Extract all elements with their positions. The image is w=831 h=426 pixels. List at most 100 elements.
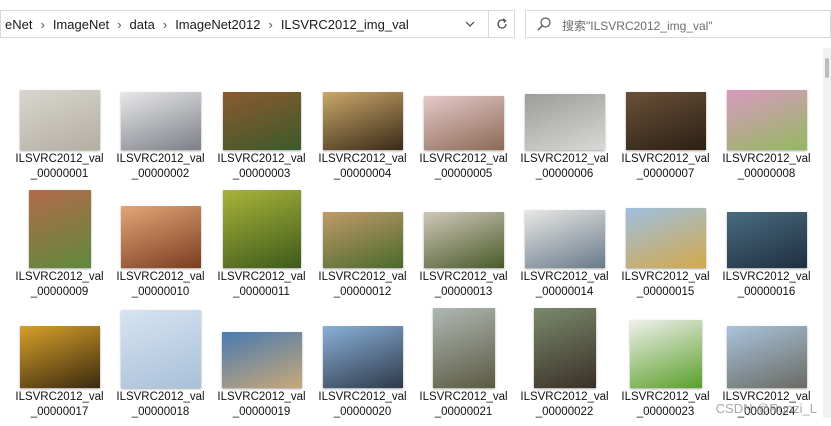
file-name-line-1: ILSVRC2012_val [621,271,710,283]
thumbnail-hamster [120,206,201,268]
file-item[interactable]: ILSVRC2012_val _00000007 [615,76,716,188]
file-name-line-2: _00000009 [30,286,89,298]
file-name: ILSVRC2012_val _00000001 [5,152,114,182]
thumbnail-frame [615,194,716,268]
thumbnail-frame [312,76,413,150]
watermark: CSDN @Runzi_L [715,401,817,416]
breadcrumb-item-data[interactable]: data [126,17,159,32]
file-item[interactable]: ILSVRC2012_val _00000019 [211,314,312,426]
thumbnail-planetarium [726,326,807,388]
file-name-line-2: _00000002 [131,168,190,180]
breadcrumb-separator-icon: › [40,16,45,32]
address-history-dropdown-button[interactable] [456,11,483,37]
file-item[interactable]: ILSVRC2012_val _00000013 [413,194,514,306]
file-name-line-2: _00000001 [30,168,89,180]
file-name-line-1: ILSVRC2012_val [621,391,710,403]
thumbnail-frame [9,314,110,388]
file-name: ILSVRC2012_val _00000019 [207,390,316,420]
file-item[interactable]: ILSVRC2012_val _00000012 [312,194,413,306]
file-name-line-2: _00000016 [737,286,796,298]
file-item[interactable]: ILSVRC2012_val _00000016 [716,194,817,306]
file-name-line-1: ILSVRC2012_val [116,271,205,283]
thumbnail-lemon [222,190,301,268]
file-name: ILSVRC2012_val _00000016 [712,270,821,300]
file-name-line-1: ILSVRC2012_val [419,271,508,283]
breadcrumb-item-current-folder[interactable]: ILSVRC2012_img_val [277,17,413,32]
thumbnail-snow-people [120,92,201,150]
file-item[interactable]: ILSVRC2012_val _00000018 [110,310,211,426]
breadcrumb-separator-icon: › [268,16,273,32]
thumbnail-frame [312,194,413,268]
thumbnail-frame [514,76,615,150]
thumbnail-tower [322,326,403,388]
file-name: ILSVRC2012_val _00000018 [106,390,215,420]
file-name: ILSVRC2012_val _00000007 [611,152,720,182]
file-name-line-2: _00000014 [535,286,594,298]
file-name-line-1: ILSVRC2012_val [116,153,205,165]
file-item[interactable]: ILSVRC2012_val _00000017 [9,314,110,426]
breadcrumb-separator-icon: › [117,16,122,32]
breadcrumb-item-enet[interactable]: eNet [1,17,36,32]
file-name: ILSVRC2012_val _00000006 [510,152,619,182]
file-name-line-1: ILSVRC2012_val [621,153,710,165]
thumbnail-cougar [322,212,403,268]
file-name: ILSVRC2012_val _00000015 [611,270,720,300]
thumbnail-frame [110,76,211,150]
thumbnail-starfish [19,326,100,388]
search-placeholder: 搜索"ILSVRC2012_img_val" [562,19,713,33]
breadcrumb-separator-icon: › [162,16,168,32]
thumbnail-frame [413,76,514,150]
scrollbar-thumb[interactable] [825,58,829,78]
file-item[interactable]: ILSVRC2012_val _00000023 [615,314,716,426]
file-name-line-1: ILSVRC2012_val [722,153,811,165]
thumbnail-frame [413,194,514,268]
file-grid: ILSVRC2012_val _00000001 ILSVRC2012_val _00… [0,48,822,418]
file-name: ILSVRC2012_val _00000017 [5,390,114,420]
thumbnail-frame [211,190,312,268]
file-item[interactable]: ILSVRC2012_val _00000022 [514,308,615,426]
file-name: ILSVRC2012_val _00000013 [409,270,518,300]
file-item[interactable]: ILSVRC2012_val _00000004 [312,76,413,188]
file-item[interactable]: ILSVRC2012_val _00000015 [615,194,716,306]
breadcrumb-item-imagenet2012[interactable]: ImageNet2012 [171,17,264,32]
file-name-line-1: ILSVRC2012_val [15,271,104,283]
address-bar[interactable]: eNet › ImageNet › data › ImageNet2012 › … [0,10,515,38]
file-item[interactable]: ILSVRC2012_val _00000010 [110,194,211,306]
file-name: ILSVRC2012_val _00000008 [712,152,821,182]
thumbnail-frame [312,314,413,388]
refresh-icon [497,18,507,29]
thumbnail-whale [726,212,807,268]
thumbnail-frame [514,194,615,268]
file-name: ILSVRC2012_val _00000012 [308,270,417,300]
thumbnail-rv [524,210,605,268]
thumbnail-macarons [726,90,807,150]
file-item[interactable]: ILSVRC2012_val _00000014 [514,194,615,306]
file-name-line-1: ILSVRC2012_val [217,271,306,283]
file-item[interactable]: ILSVRC2012_val _00000002 [110,76,211,188]
thumbnail-tree [432,308,495,388]
breadcrumb-item-imagenet[interactable]: ImageNet [49,17,113,32]
file-item[interactable]: ILSVRC2012_val _00000005 [413,76,514,188]
file-item[interactable]: ILSVRC2012_val _00000011 [211,190,312,306]
file-item[interactable]: ILSVRC2012_val _00000020 [312,314,413,426]
file-item[interactable]: ILSVRC2012_val _00000009 [9,190,110,306]
file-item[interactable]: ILSVRC2012_val _00000008 [716,76,817,188]
file-name-line-2: _00000015 [636,286,695,298]
file-name-line-2: _00000008 [737,168,796,180]
file-name: ILSVRC2012_val _00000002 [106,152,215,182]
file-name: ILSVRC2012_val _00000005 [409,152,518,182]
thumbnail-wheat-field [625,208,706,268]
file-name-line-2: _00000003 [232,168,291,180]
thumbnail-frame [413,308,514,388]
search-box[interactable]: 搜索"ILSVRC2012_img_val" [525,10,831,38]
vertical-scrollbar[interactable] [823,48,831,418]
file-item[interactable]: ILSVRC2012_val _00000006 [514,76,615,188]
thumbnail-frame [110,194,211,268]
file-name-line-1: ILSVRC2012_val [217,391,306,403]
file-item[interactable]: ILSVRC2012_val _00000001 [9,76,110,188]
refresh-button[interactable] [488,11,515,37]
file-name: ILSVRC2012_val _00000010 [106,270,215,300]
file-item[interactable]: ILSVRC2012_val _00000003 [211,76,312,188]
thumbnail-frame [615,76,716,150]
file-item[interactable]: ILSVRC2012_val _00000021 [413,308,514,426]
